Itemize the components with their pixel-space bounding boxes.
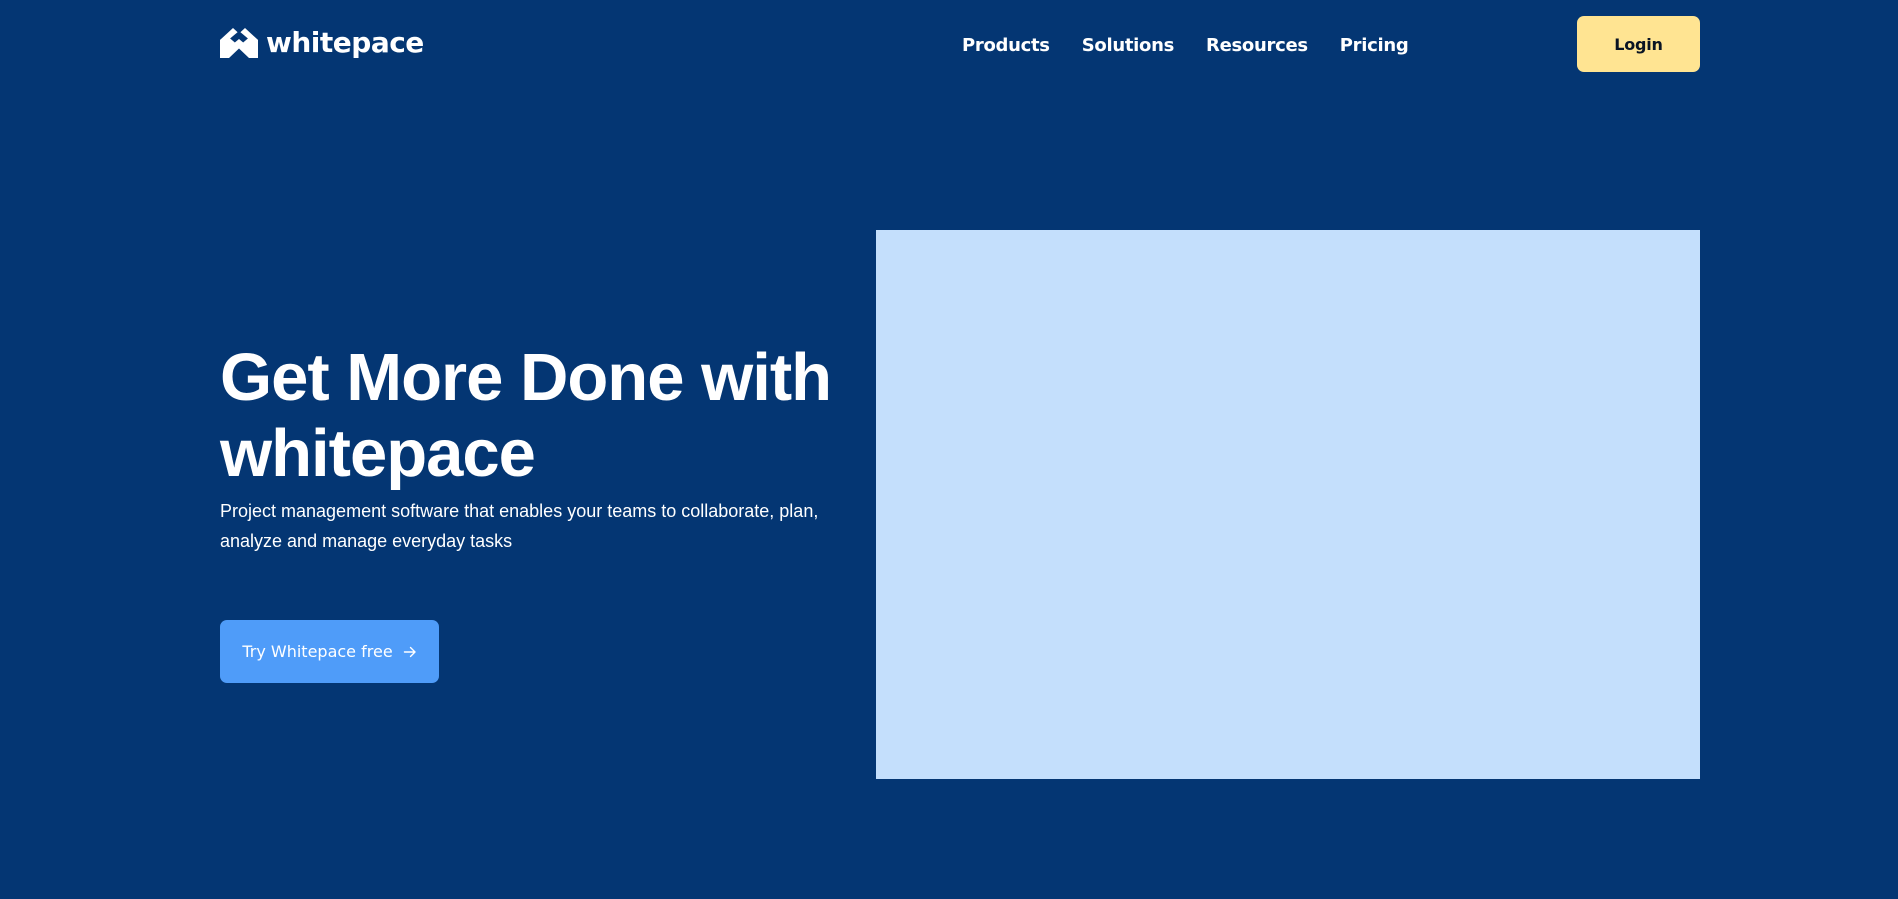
nav-item-products[interactable]: Products	[962, 35, 1050, 56]
nav-item-pricing[interactable]: Pricing	[1340, 35, 1409, 56]
hero-title: Get More Done with whitepace	[220, 340, 832, 491]
hero-subtitle: Project management software that enables…	[220, 501, 819, 551]
hero-image-placeholder	[876, 230, 1700, 779]
try-free-button[interactable]: Try Whitepace free	[220, 620, 439, 683]
nav-item-solutions[interactable]: Solutions	[1082, 35, 1175, 56]
chevron-up-logo-icon	[220, 28, 258, 58]
brand-logo[interactable]: whitepace	[220, 26, 424, 60]
landing-page: whitepace Products Solutions Resources P…	[0, 0, 1898, 899]
arrow-right-icon	[403, 646, 416, 657]
try-free-label: Try Whitepace free	[242, 642, 393, 661]
brand-name: whitepace	[266, 26, 424, 59]
login-button[interactable]: Login	[1577, 16, 1700, 72]
nav-item-resources[interactable]: Resources	[1206, 35, 1308, 56]
main-nav: Products Solutions Resources Pricing	[962, 30, 1409, 60]
site-header: whitepace Products Solutions Resources P…	[0, 0, 1898, 90]
